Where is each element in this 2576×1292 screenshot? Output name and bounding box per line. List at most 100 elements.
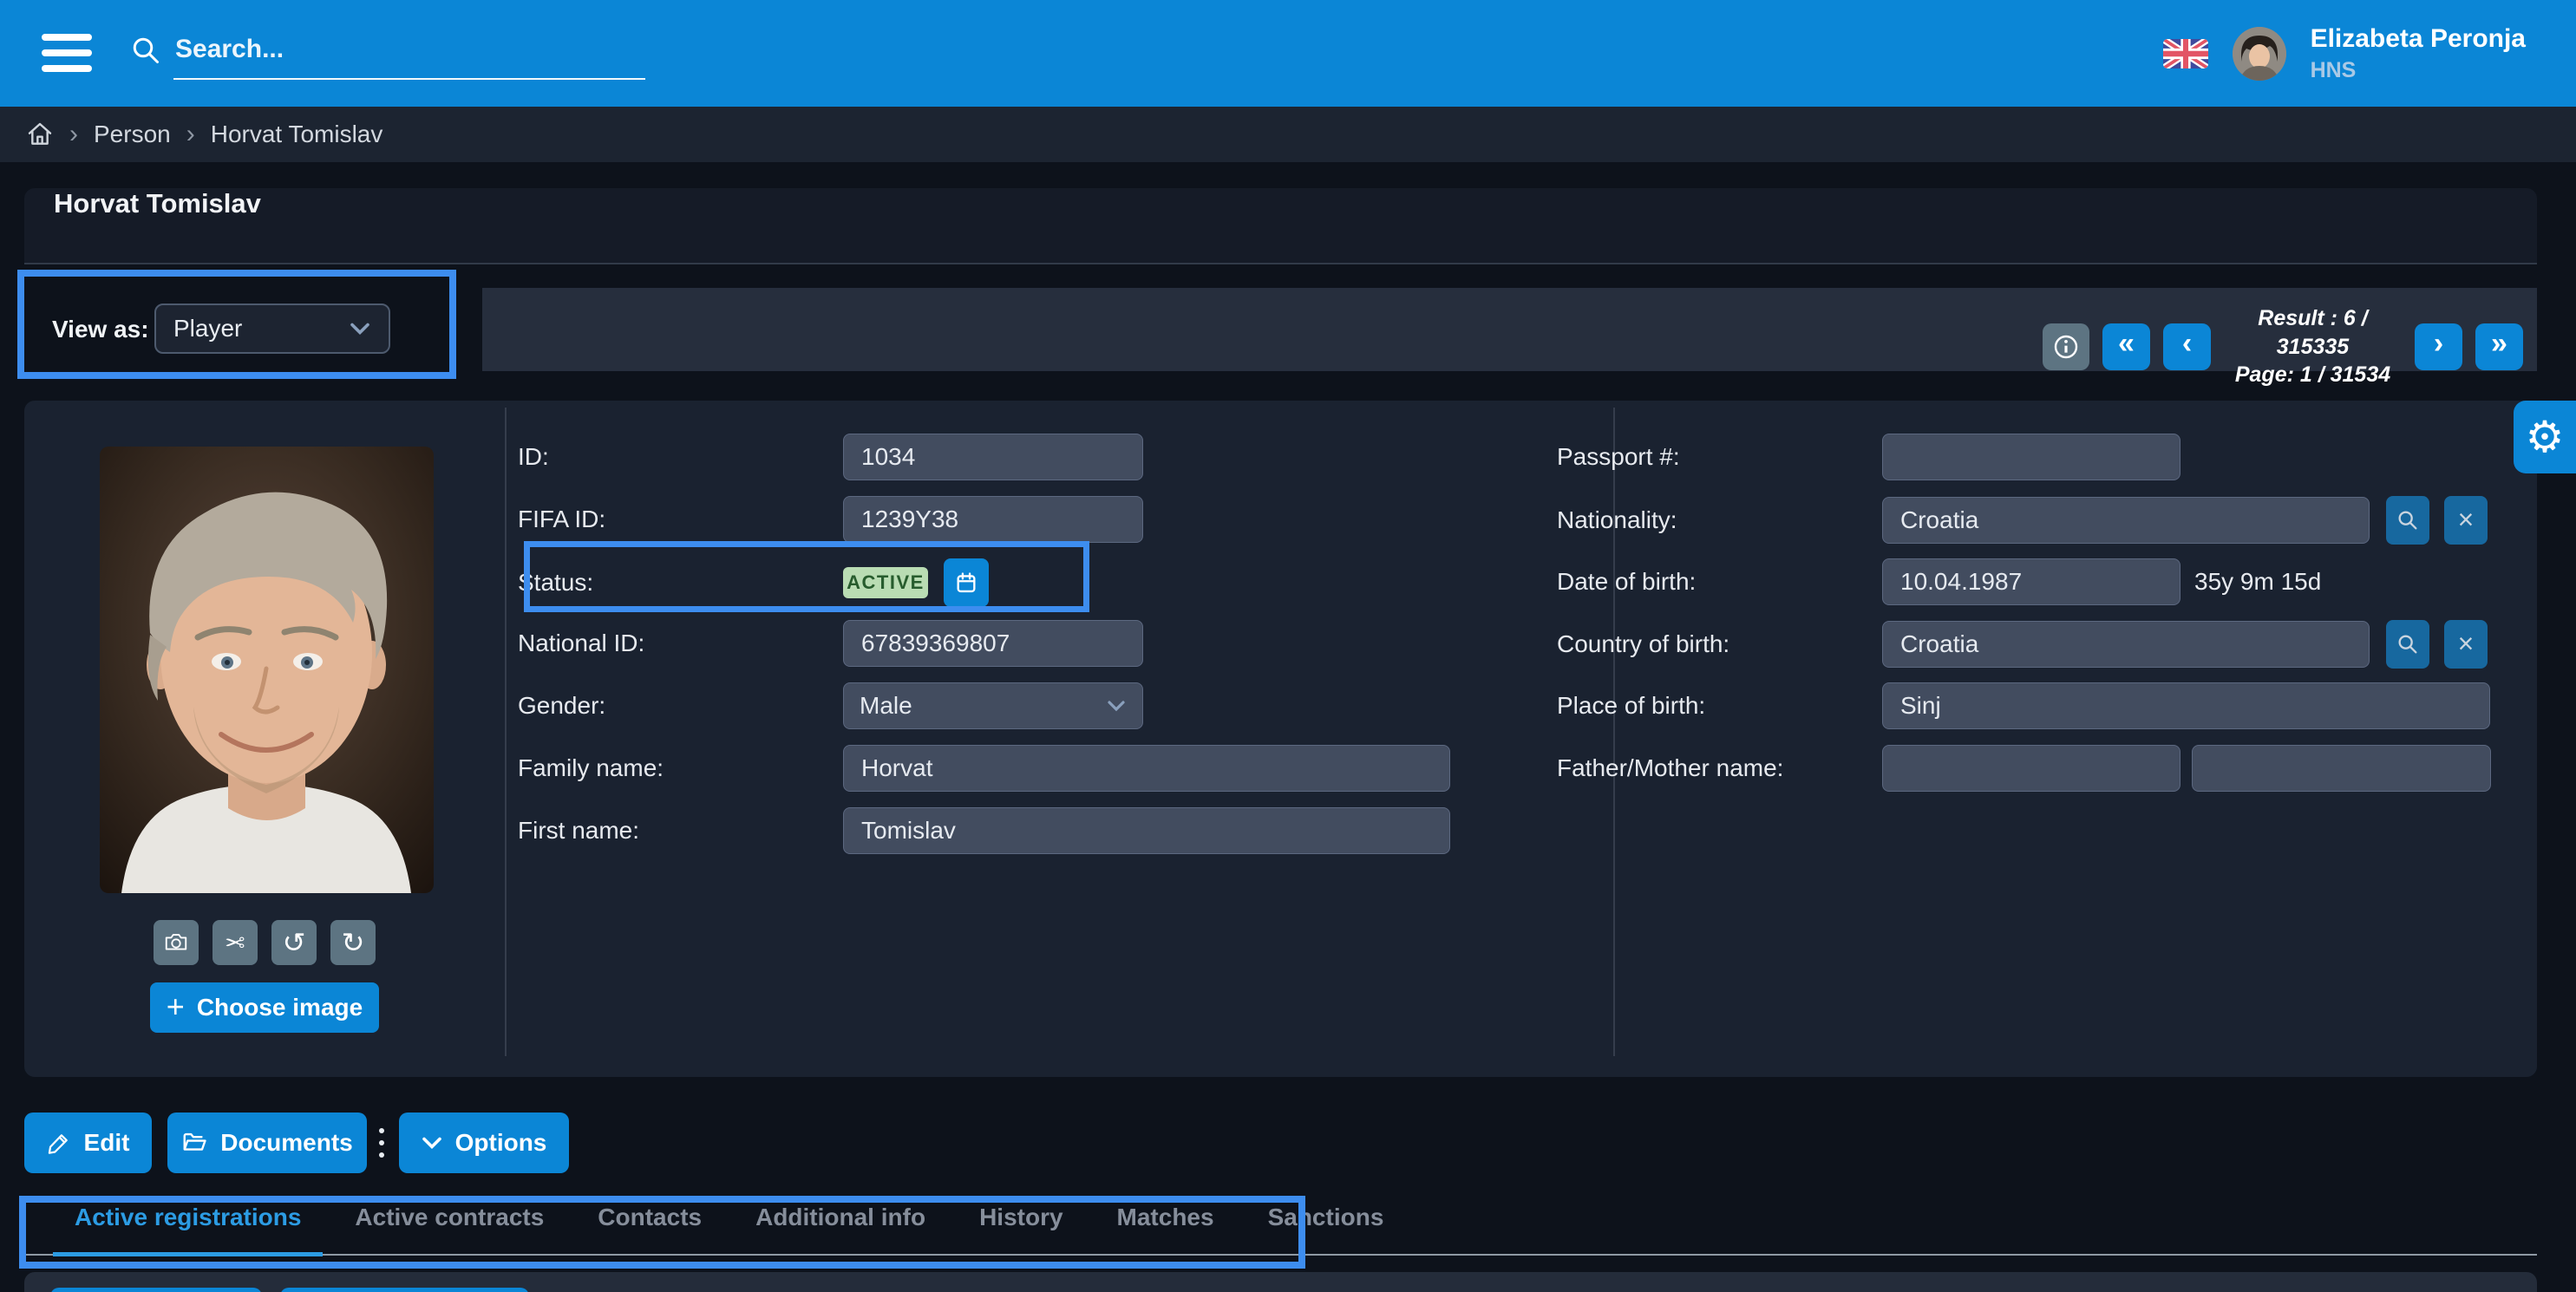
gear-icon: ⚙ (2526, 412, 2565, 462)
tab-sanctions[interactable]: Sanctions (1241, 1204, 1411, 1254)
search-icon (130, 35, 161, 66)
folder-icon (181, 1130, 207, 1156)
dob-input[interactable] (1882, 558, 2180, 605)
view-as-select[interactable]: Player (154, 303, 390, 354)
field-row-place-of-birth: Place of birth: (1557, 682, 2490, 729)
field-row-nationality: Nationality: × (1557, 496, 2488, 545)
breadcrumb-separator: › (186, 120, 195, 149)
field-row-id: ID: (518, 434, 1143, 480)
camera-button[interactable] (154, 920, 199, 965)
search-input[interactable] (173, 28, 645, 80)
breadcrumb: › Person › Horvat Tomislav (0, 107, 2576, 162)
national-id-input[interactable] (843, 620, 1143, 667)
search-icon (2396, 632, 2420, 656)
age-text: 35y 9m 15d (2194, 558, 2321, 605)
first-page-button[interactable]: « (2102, 323, 2150, 370)
field-row-parents: Father/Mother name: (1557, 745, 2491, 792)
breadcrumb-separator: › (69, 120, 78, 149)
fifa-id-input[interactable] (843, 496, 1143, 543)
chevron-down-icon (1106, 699, 1127, 713)
tab-history[interactable]: History (952, 1204, 1089, 1254)
title-card: Horvat Tomislav (24, 188, 2537, 264)
topbar: Elizabeta Peronja HNS (0, 0, 2576, 107)
search-icon (2396, 508, 2420, 532)
breadcrumb-item-current: Horvat Tomislav (211, 121, 383, 148)
view-as-value: Player (173, 315, 349, 343)
nationality-clear-button[interactable]: × (2444, 496, 2488, 545)
next-page-button[interactable]: › (2415, 323, 2462, 370)
global-search (130, 26, 651, 87)
user-name: Elizabeta Peronja (2311, 24, 2526, 54)
crop-scissors-button[interactable]: ✂ (212, 920, 258, 965)
prev-page-button[interactable]: ‹ (2163, 323, 2211, 370)
pagination-status: Result : 6 / 315335 Page: 1 / 31534 (2224, 304, 2402, 389)
family-name-input[interactable] (843, 745, 1450, 792)
breadcrumb-item-person[interactable]: Person (94, 121, 171, 148)
tab-active-registrations[interactable]: Active registrations (48, 1204, 328, 1254)
user-info[interactable]: Elizabeta Peronja HNS (2311, 24, 2526, 83)
tab-active-contracts[interactable]: Active contracts (328, 1204, 571, 1254)
field-row-family-name: Family name: (518, 745, 1450, 792)
page-title: Horvat Tomislav (54, 188, 261, 219)
status-badge: ACTIVE (843, 567, 928, 598)
options-button[interactable]: Options (399, 1113, 569, 1173)
player-photo (100, 447, 434, 893)
father-name-input[interactable] (1882, 745, 2180, 792)
country-clear-button[interactable]: × (2444, 620, 2488, 669)
user-avatar[interactable] (2233, 27, 2286, 81)
partial-button[interactable] (280, 1288, 529, 1292)
nationality-input[interactable] (1882, 497, 2370, 544)
info-button[interactable] (2043, 323, 2089, 370)
uk-flag-icon[interactable] (2163, 39, 2208, 69)
home-icon[interactable] (26, 121, 54, 148)
last-page-button[interactable]: » (2475, 323, 2523, 370)
field-row-first-name: First name: (518, 807, 1450, 854)
status-calendar-button[interactable] (944, 558, 989, 607)
field-row-gender: Gender: Male (518, 682, 1143, 729)
tab-contacts[interactable]: Contacts (571, 1204, 729, 1254)
mother-name-input[interactable] (2192, 745, 2491, 792)
result-toolbar: « ‹ Result : 6 / 315335 Page: 1 / 31534 … (482, 288, 2537, 371)
edit-button[interactable]: Edit (24, 1113, 152, 1173)
result-count: Result : 6 / 315335 (2224, 304, 2402, 361)
nationality-search-button[interactable] (2386, 496, 2429, 545)
chevron-down-icon (422, 1135, 442, 1151)
tab-additional-info[interactable]: Additional info (729, 1204, 952, 1254)
person-detail-card: ✂ ↺ ↻ + Choose image ID: FIFA ID: Status… (24, 401, 2537, 1077)
settings-gear-button[interactable]: ⚙ (2514, 401, 2576, 473)
user-org: HNS (2311, 58, 2526, 83)
detail-tabs: Active registrations Active contracts Co… (24, 1204, 2537, 1256)
gender-select[interactable]: Male (843, 682, 1143, 729)
field-row-passport: Passport #: (1557, 434, 2180, 480)
rotate-left-icon[interactable]: ↺ (271, 920, 317, 965)
field-row-national-id: National ID: (518, 620, 1143, 667)
country-of-birth-input[interactable] (1882, 621, 2370, 668)
id-input[interactable] (843, 434, 1143, 480)
place-of-birth-input[interactable] (1882, 682, 2490, 729)
page-count: Page: 1 / 31534 (2224, 361, 2402, 389)
tab-matches[interactable]: Matches (1090, 1204, 1241, 1254)
field-row-country-of-birth: Country of birth: × (1557, 620, 2488, 669)
passport-input[interactable] (1882, 434, 2180, 480)
pagination: « ‹ Result : 6 / 315335 Page: 1 / 31534 … (2043, 304, 2523, 389)
topbar-right: Elizabeta Peronja HNS (2163, 0, 2526, 107)
hamburger-menu-icon[interactable] (42, 34, 92, 81)
close-icon: × (2458, 504, 2475, 536)
field-row-dob: Date of birth: 35y 9m 15d (1557, 558, 2321, 605)
close-icon: × (2458, 628, 2475, 660)
country-search-button[interactable] (2386, 620, 2429, 669)
rotate-right-icon[interactable]: ↻ (330, 920, 376, 965)
field-row-status: Status: ACTIVE (518, 558, 989, 607)
field-row-fifa-id: FIFA ID: (518, 496, 1143, 543)
chevron-down-icon (349, 321, 371, 336)
actions-separator-dots (376, 1113, 388, 1173)
view-as-label: View as: (52, 316, 149, 343)
choose-image-button[interactable]: + Choose image (150, 982, 379, 1033)
app-window: Elizabeta Peronja HNS › Person › Horvat … (0, 0, 2576, 1292)
column-divider (505, 408, 507, 1056)
tab-content-card (24, 1272, 2537, 1292)
first-name-input[interactable] (843, 807, 1450, 854)
documents-button[interactable]: Documents (167, 1113, 367, 1173)
partial-button[interactable] (50, 1288, 262, 1292)
photo-toolbar: ✂ ↺ ↻ (154, 920, 376, 965)
